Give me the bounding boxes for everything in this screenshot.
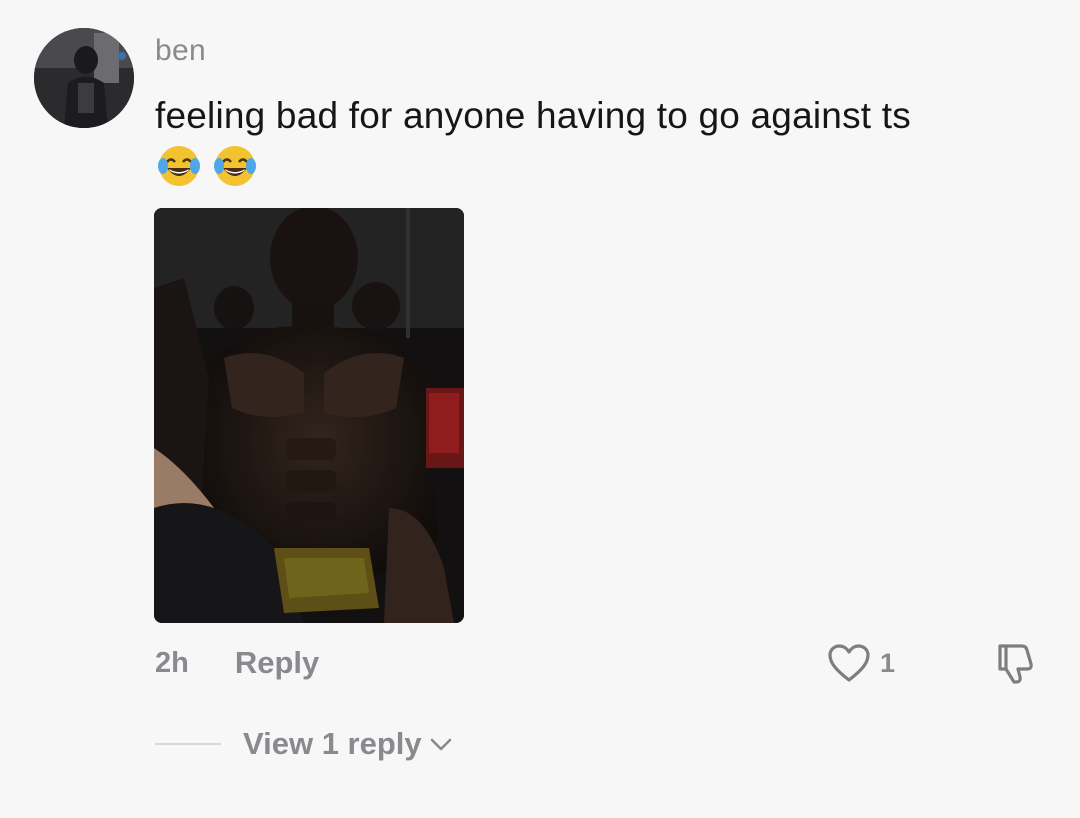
comment-text: feeling bad for anyone having to go agai…	[155, 95, 911, 136]
reply-button[interactable]: Reply	[235, 645, 319, 681]
reply-divider	[155, 743, 221, 745]
comment-meta-row: 2h Reply	[155, 640, 319, 686]
chevron-down-icon[interactable]	[428, 734, 454, 754]
comment-photo[interactable]	[154, 208, 464, 623]
like-button[interactable]: 1	[826, 640, 895, 686]
view-replies-button[interactable]: View 1 reply	[155, 722, 454, 766]
dislike-button[interactable]	[990, 640, 1038, 686]
face-with-tears-of-joy-emoji	[214, 146, 256, 186]
avatar[interactable]	[34, 28, 134, 128]
view-replies-label[interactable]: View 1 reply	[243, 726, 422, 762]
like-count: 1	[880, 647, 896, 678]
heart-icon[interactable]	[826, 642, 872, 684]
thumbs-down-icon[interactable]	[990, 640, 1038, 686]
timestamp: 2h	[155, 646, 189, 679]
comment-item: ben feeling bad for anyone having to go …	[0, 0, 1080, 818]
username[interactable]: ben	[155, 34, 206, 68]
emoji-row	[155, 142, 259, 192]
face-with-tears-of-joy-emoji	[158, 146, 200, 186]
